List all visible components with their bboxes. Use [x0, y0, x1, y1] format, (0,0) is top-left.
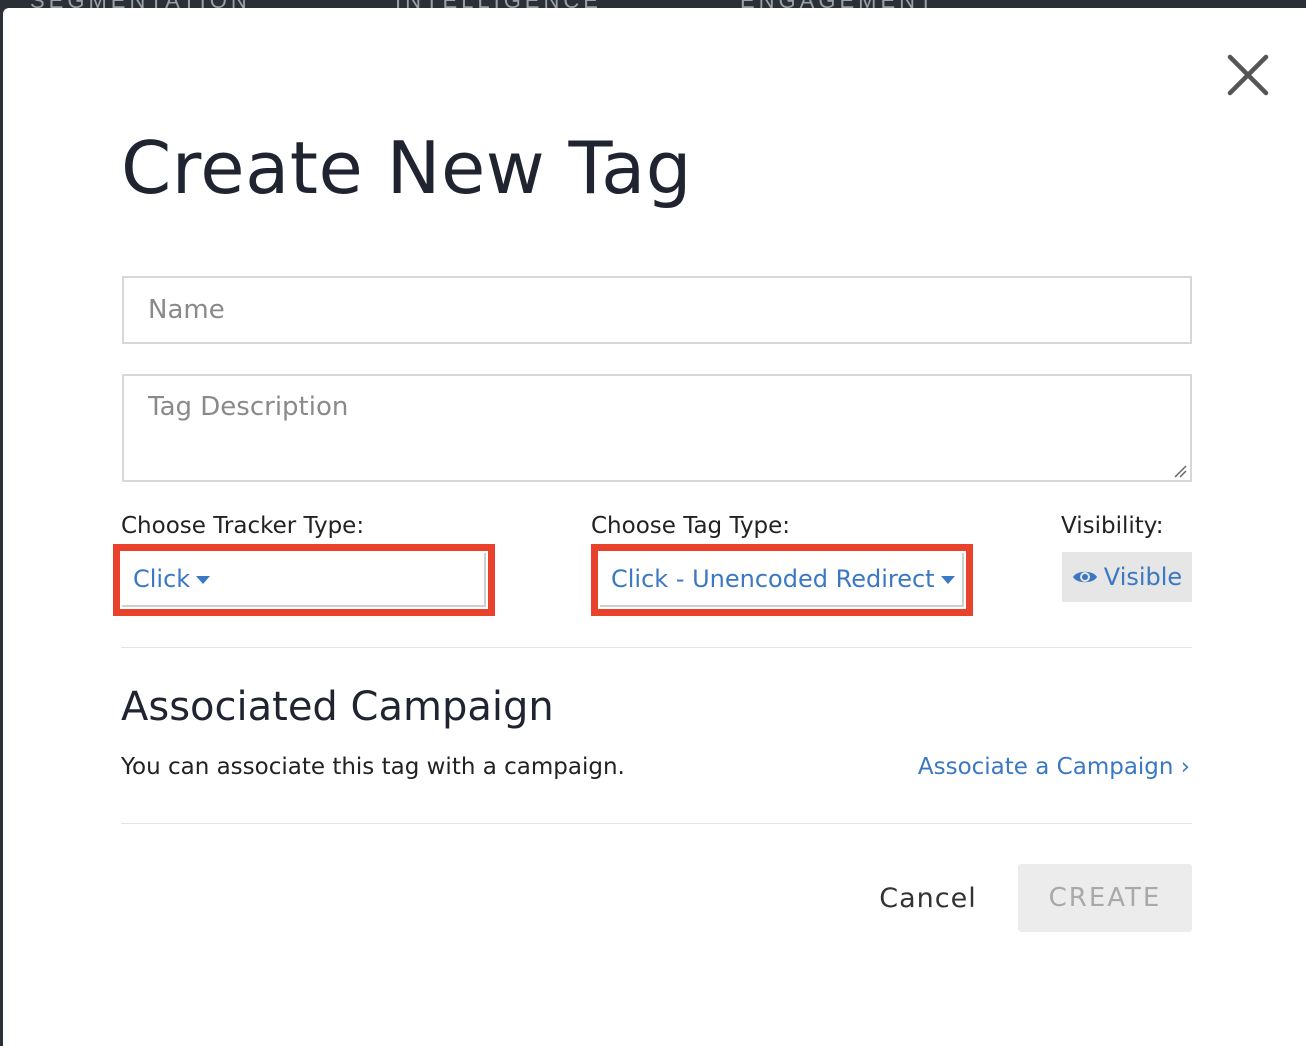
tag-type-value: Click - Unencoded Redirect: [611, 565, 935, 593]
eye-icon: [1072, 571, 1097, 583]
close-button[interactable]: [1221, 48, 1275, 102]
create-button[interactable]: CREATE: [1018, 864, 1192, 932]
name-input[interactable]: [122, 276, 1192, 344]
divider: [121, 823, 1192, 824]
tracker-type-value: Click: [133, 565, 191, 593]
tag-description-input[interactable]: [122, 374, 1192, 482]
nav-item-segmentation: SEGMENTATION: [30, 0, 251, 8]
associate-campaign-link[interactable]: Associate a Campaign ›: [918, 754, 1190, 780]
cancel-button[interactable]: Cancel: [865, 864, 991, 932]
background-nav: SEGMENTATION INTELLIGENCE ENGAGEMENT: [0, 0, 1306, 8]
caret-down-icon: [940, 576, 955, 584]
modal-title: Create New Tag: [121, 126, 692, 210]
create-tag-modal: Create New Tag Choose Tracker Type: Clic…: [3, 8, 1306, 1046]
visibility-toggle[interactable]: Visible: [1062, 552, 1192, 602]
associated-campaign-description: You can associate this tag with a campai…: [121, 754, 625, 780]
close-icon: [1227, 54, 1269, 96]
tag-type-label: Choose Tag Type:: [591, 513, 791, 539]
associated-campaign-title: Associated Campaign: [121, 684, 554, 730]
nav-item-intelligence: INTELLIGENCE: [395, 0, 602, 8]
visibility-label: Visibility:: [1061, 513, 1164, 539]
divider: [121, 647, 1192, 648]
tag-type-dropdown[interactable]: Click - Unencoded Redirect: [600, 553, 964, 607]
tracker-type-label: Choose Tracker Type:: [121, 513, 365, 539]
tag-type-highlight: Click - Unencoded Redirect: [591, 544, 973, 616]
tracker-type-highlight: Click: [113, 544, 495, 616]
nav-item-engagement: ENGAGEMENT: [740, 0, 936, 8]
tracker-type-dropdown[interactable]: Click: [122, 553, 486, 607]
resize-handle-icon[interactable]: [1173, 464, 1187, 478]
visibility-value: Visible: [1103, 563, 1183, 591]
caret-down-icon: [196, 576, 211, 584]
